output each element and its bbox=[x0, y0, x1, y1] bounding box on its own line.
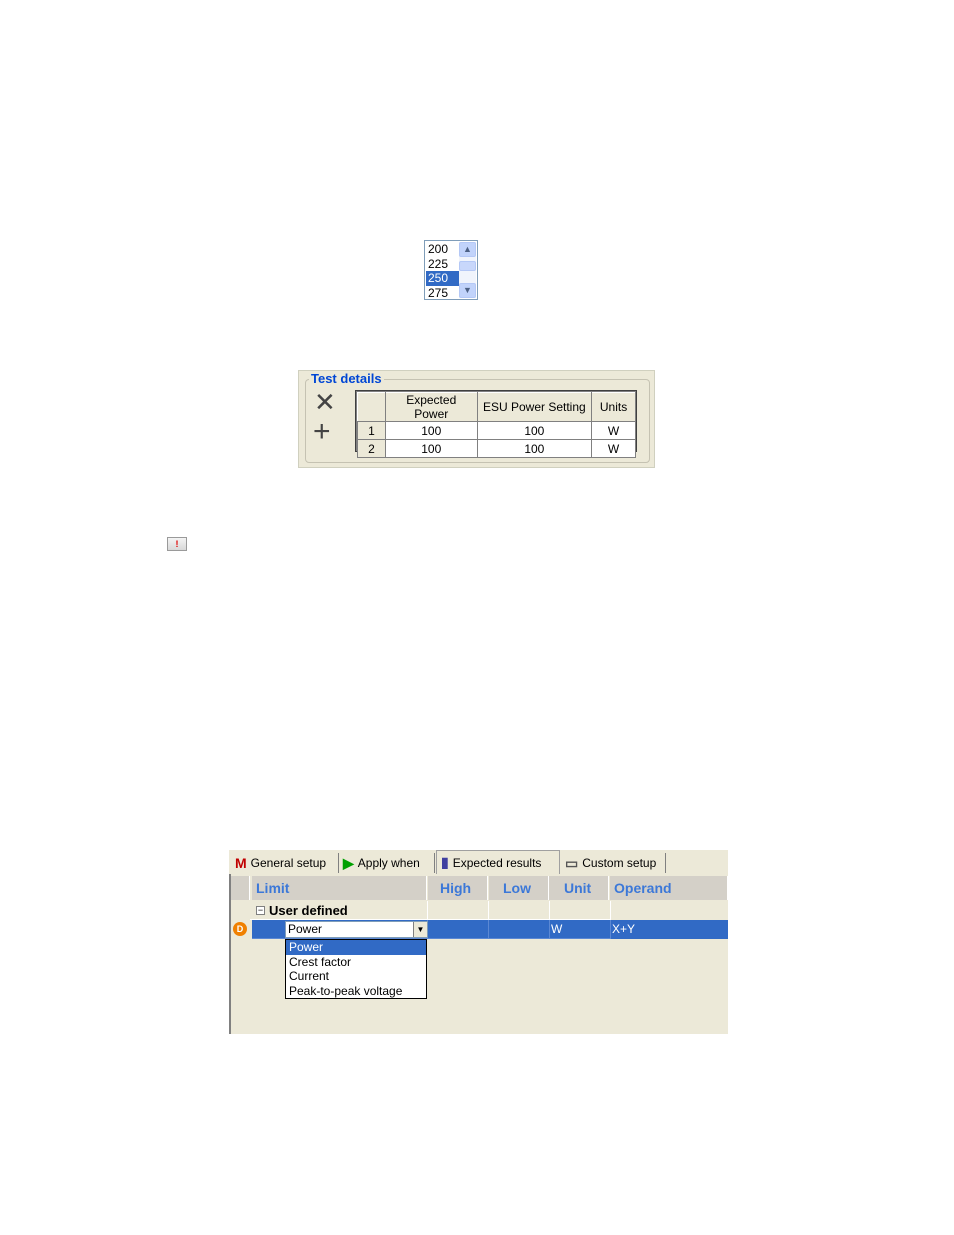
tab-label: Custom setup bbox=[582, 856, 657, 870]
dropdown-option[interactable]: Peak-to-peak voltage bbox=[286, 984, 426, 999]
col-limit[interactable]: Limit bbox=[252, 876, 427, 900]
listbox-items: 200 225 250 275 bbox=[426, 242, 460, 300]
tab-expected-results[interactable]: ▮ Expected results bbox=[436, 850, 560, 874]
test-details-panel: Test details ✕ + Expected Power ESU Powe… bbox=[298, 370, 655, 468]
group-row-user-defined[interactable]: − User defined bbox=[233, 901, 728, 920]
play-icon: ▶ bbox=[343, 854, 354, 871]
chevron-down-icon[interactable]: ▼ bbox=[413, 922, 427, 937]
tab-general-setup[interactable]: M General setup bbox=[231, 853, 339, 873]
table-row: 1 100 100 W bbox=[357, 421, 636, 440]
group-label-text: User defined bbox=[269, 903, 348, 918]
col-low[interactable]: Low bbox=[489, 876, 549, 900]
tab-label: Expected results bbox=[452, 855, 542, 870]
cell-unit-text: W bbox=[551, 922, 563, 936]
col-units[interactable]: Units bbox=[591, 392, 636, 422]
table-row[interactable]: D W X+Y Power ▼ bbox=[233, 920, 728, 939]
cell-expected-power[interactable]: 100 bbox=[384, 439, 478, 458]
row-marker-icon: D bbox=[233, 922, 247, 936]
table-row: 2 100 100 W bbox=[357, 439, 636, 458]
group-cell bbox=[489, 901, 550, 920]
test-details-title: Test details bbox=[309, 371, 384, 386]
listbox-item[interactable]: 275 bbox=[426, 286, 460, 301]
col-esu-power-setting[interactable]: ESU Power Setting bbox=[476, 392, 593, 422]
cell-units[interactable]: W bbox=[591, 439, 636, 458]
tab-custom-setup[interactable]: ▭ Custom setup bbox=[561, 853, 666, 873]
warning-icon[interactable]: ! bbox=[167, 537, 187, 551]
cell-esu-power-setting[interactable]: 100 bbox=[476, 439, 593, 458]
limit-dropdown-list[interactable]: Power Crest factor Current Peak-to-peak … bbox=[285, 939, 427, 999]
listbox-item[interactable]: 225 bbox=[426, 257, 460, 272]
dropdown-option-selected[interactable]: Power bbox=[286, 940, 426, 955]
cell-operand-text[interactable]: X+Y bbox=[612, 922, 635, 937]
device-icon: ▭ bbox=[565, 854, 579, 871]
tab-label: General setup bbox=[250, 856, 327, 870]
col-expected-power[interactable]: Expected Power bbox=[384, 392, 478, 422]
tab-apply-when[interactable]: ▶ Apply when bbox=[339, 853, 435, 873]
cell-units[interactable]: W bbox=[591, 421, 636, 440]
group-cell bbox=[428, 901, 489, 920]
listbox-scrollbar[interactable]: ▲ ▼ bbox=[459, 242, 476, 298]
group-cell bbox=[550, 901, 611, 920]
limit-combo[interactable]: Power ▼ bbox=[285, 921, 428, 938]
add-row-icon[interactable]: + bbox=[313, 417, 331, 447]
group-label: User defined bbox=[255, 903, 348, 919]
scroll-thumb[interactable] bbox=[459, 261, 476, 271]
cell-low[interactable] bbox=[489, 920, 550, 939]
test-details-grid: Expected Power ESU Power Setting Units 1… bbox=[355, 390, 637, 458]
col-operand[interactable]: Operand bbox=[610, 876, 728, 900]
dropdown-option[interactable]: Crest factor bbox=[286, 955, 426, 970]
listbox-item[interactable]: 200 bbox=[426, 242, 460, 257]
dropdown-option[interactable]: Current bbox=[286, 969, 426, 984]
row-number[interactable]: 2 bbox=[357, 439, 386, 458]
tab-label: Apply when bbox=[357, 856, 420, 870]
value-listbox[interactable]: 200 225 250 275 ▲ ▼ bbox=[424, 240, 478, 300]
col-unit[interactable]: Unit bbox=[549, 876, 609, 900]
grid-corner bbox=[231, 876, 250, 900]
cell-esu-power-setting[interactable]: 100 bbox=[476, 421, 593, 440]
tab-bar: M General setup ▶ Apply when ▮ Expected … bbox=[229, 850, 728, 874]
scroll-up-icon[interactable]: ▲ bbox=[459, 242, 476, 257]
scroll-down-icon[interactable]: ▼ bbox=[459, 283, 476, 298]
grid-corner bbox=[357, 392, 386, 422]
delete-row-icon[interactable]: ✕ bbox=[314, 389, 336, 415]
cell-high[interactable] bbox=[428, 920, 489, 939]
m-logo-icon: M bbox=[235, 855, 247, 871]
limit-combo-value: Power bbox=[288, 922, 323, 936]
row-number[interactable]: 1 bbox=[357, 421, 386, 440]
col-high[interactable]: High bbox=[428, 876, 488, 900]
cell-expected-power[interactable]: 100 bbox=[384, 421, 478, 440]
listbox-item-selected[interactable]: 250 bbox=[426, 271, 460, 286]
bar-chart-icon: ▮ bbox=[441, 854, 449, 870]
